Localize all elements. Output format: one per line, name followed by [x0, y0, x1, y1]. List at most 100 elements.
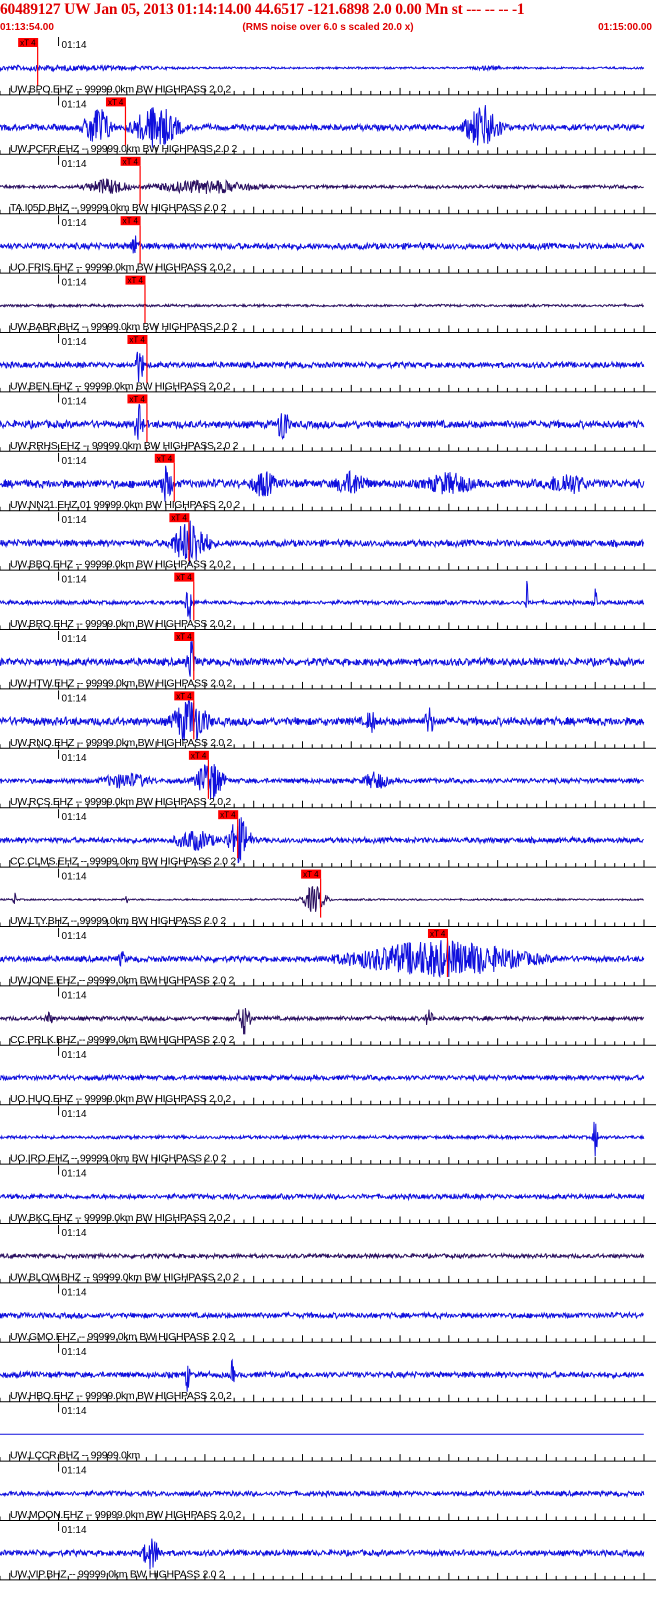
pick-label: xT 4 [176, 573, 192, 582]
trace-16: 01:14 xT 4 UW.IONE.EHZ -- 99999.0km BW HIG… [0, 928, 656, 987]
header: 60489127 UW Jan 05, 2013 01:14:14.00 44.… [0, 0, 656, 36]
seismogram-plot: 01:14 xT 4 UW.BPO.EHZ -- 99999.0km BW HIGH… [0, 37, 656, 1581]
station-label: UW.RNO.EHZ -- 99999.0km BW HIGHPASS 2.0 … [10, 737, 233, 749]
minute-mark-label: 01:14 [62, 456, 87, 467]
waveform [0, 105, 645, 148]
minute-mark-label: 01:14 [62, 1228, 87, 1239]
minute-mark-label: 01:14 [62, 159, 87, 170]
minute-mark-label: 01:14 [62, 278, 87, 289]
trace-10: 01:14 xT 4 UW.BRO.EHZ -- 99999.0km BW HIGH… [0, 571, 656, 630]
pick-label: xT 4 [127, 276, 143, 285]
trace-23: 01:14 UW.HBO.EHZ -- 99999.0km BW HIGHPASS… [0, 1343, 656, 1403]
waveform [0, 640, 645, 677]
waveform [0, 1073, 645, 1083]
station-label: UO.HUO.EHZ -- 99999.0km BW HIGHPASS 2.0 … [10, 1093, 231, 1105]
trace-5: 01:14 xT 4 UW.BABR.BHZ -- 99999.0km BW HIG… [0, 274, 656, 333]
station-label: UW.RRHS.EHZ -- 99999.0km BW HIGHPASS 2.0… [10, 440, 239, 452]
minute-mark-label: 01:14 [62, 1169, 87, 1180]
minute-mark-label: 01:14 [62, 337, 87, 348]
trace-26: 01:14 UW.VIP.BHZ -- 99999.0km BW HIGHPASS… [0, 1522, 656, 1581]
pick-label: xT 4 [176, 633, 192, 642]
station-label: UW.BKC.EHZ -- 99999.0km BW HIGHPASS 2.0 … [10, 1212, 231, 1224]
station-label: UW.RCS.EHZ -- 99999.0km BW HIGHPASS 2.0 … [10, 796, 231, 808]
pick-label: xT 4 [20, 39, 36, 48]
minute-mark-label: 01:14 [62, 931, 87, 942]
minute-mark-label: 01:14 [62, 1287, 87, 1298]
waveform [0, 63, 645, 73]
minute-mark-label: 01:14 [62, 99, 87, 110]
waveform [0, 1358, 645, 1392]
event-title: 60489127 UW Jan 05, 2013 01:14:14.00 44.… [0, 1, 525, 18]
station-label: UW.BLOW.BHZ -- 99999.0km BW HIGHPASS 2.0… [10, 1271, 239, 1283]
pick-label: xT 4 [220, 811, 236, 820]
pick-label: xT 4 [129, 395, 145, 404]
trace-9: 01:14 xT 4 UW.BBO.EHZ -- 99999.0km BW HIGH… [0, 512, 656, 571]
station-label: UW.IONE.EHZ -- 99999.0km BW HIGHPASS 2.0… [10, 974, 235, 986]
station-label: UW.GMO.EHZ -- 99999.0km BW HIGHPASS 2.0 … [10, 1331, 234, 1343]
pick-label: xT 4 [171, 514, 187, 523]
waveform [0, 580, 645, 620]
pick-label: xT 4 [176, 692, 192, 701]
waveform [0, 235, 645, 254]
waveform [0, 351, 645, 383]
minute-mark-label: 01:14 [62, 753, 87, 764]
trace-14: 01:14 xT 4 CC.CLMS.EHZ -- 99999.0km BW HIG… [0, 809, 656, 868]
trace-11: 01:14 xT 4 UW.HTW.EHZ -- 99999.0km BW HIGH… [0, 631, 656, 690]
station-label: UW.PCFR.EHZ -- 99999.0km BW HIGHPASS 2.0… [10, 143, 237, 155]
minute-mark-label: 01:14 [62, 40, 87, 51]
minute-mark-label: 01:14 [62, 396, 87, 407]
trace-1: 01:14 xT 4 UW.BPO.EHZ -- 99999.0km BW HIGH… [0, 37, 656, 96]
waveform [0, 1538, 645, 1570]
end-time-label: 01:15:00.00 [598, 22, 652, 33]
minute-mark-label: 01:14 [62, 872, 87, 883]
waveform [0, 403, 645, 441]
waveform [0, 465, 645, 502]
pick-label: xT 4 [303, 870, 319, 879]
station-label: UW.HTW.EHZ -- 99999.0km BW HIGHPASS 2.0 … [10, 677, 233, 689]
trace-6: 01:14 xT 4 UW.BEN.EHZ -- 99999.0km BW HIGH… [0, 334, 656, 393]
minute-mark-label: 01:14 [62, 1406, 87, 1417]
rms-noise-note: (RMS noise over 6.0 s scaled 20.0 x) [242, 22, 414, 33]
waveform [0, 1310, 644, 1321]
trace-2: 01:14 xT 4 UW.PCFR.EHZ -- 99999.0km BW HIG… [0, 96, 656, 155]
waveform [0, 1252, 645, 1261]
minute-mark-label: 01:14 [62, 693, 87, 704]
station-label: UW.BEN.EHZ -- 99999.0km BW HIGHPASS 2.0 … [10, 380, 231, 392]
trace-13: 01:14 xT 4 UW.RCS.EHZ -- 99999.0km BW HIGH… [0, 749, 656, 809]
minute-mark-label: 01:14 [62, 515, 87, 526]
minute-mark-label: 01:14 [62, 575, 87, 586]
minute-mark-label: 01:14 [62, 218, 87, 229]
pick-label: xT 4 [430, 930, 446, 939]
trace-22: 01:14 UW.GMO.EHZ -- 99999.0km BW HIGHPASS… [0, 1284, 656, 1343]
minute-mark-label: 01:14 [62, 634, 87, 645]
pick-label: xT 4 [191, 751, 207, 760]
station-label: UW.LCCR.BHZ -- 99999.0km [10, 1450, 140, 1462]
trace-19: 01:14 UO.IRO.EHZ -- 99999.0km BW HIGHPASS… [0, 1106, 656, 1165]
trace-15: 01:14 xT 4 UW.LTY.BHZ -- 99999.0km BW HIGH… [0, 868, 656, 927]
minute-mark-label: 01:14 [62, 1347, 87, 1358]
pick-label: xT 4 [108, 98, 124, 107]
station-label: CC.CLMS.EHZ -- 99999.0km BW HIGHPASS 2.0… [10, 856, 236, 868]
minute-mark-label: 01:14 [62, 812, 87, 823]
minute-mark-label: 01:14 [62, 1466, 87, 1477]
station-label: UW.BRO.EHZ -- 99999.0km BW HIGHPASS 2.0 … [10, 618, 232, 630]
trace-18: 01:14 UO.HUO.EHZ -- 99999.0km BW HIGHPASS… [0, 1046, 656, 1106]
station-label: UW.BABR.BHZ -- 99999.0km BW HIGHPASS 2.0… [10, 321, 237, 333]
station-label: CC.PRLK.BHZ -- 99999.0km BW HIGHPASS 2.0… [10, 1034, 235, 1046]
trace-4: 01:14 xT 4 UO.FRIS.EHZ -- 99999.0km BW HIG… [0, 215, 656, 274]
station-label: UW.LTY.BHZ -- 99999.0km BW HIGHPASS 2.0 … [10, 915, 226, 927]
station-label: UW.MOON.EHZ -- 99999.0km BW HIGHPASS 2.0… [10, 1509, 242, 1521]
waveform [0, 1489, 645, 1499]
trace-3: 01:14 xT 4 TA.I05D.BHZ -- 99999.0km BW HIG… [0, 155, 656, 215]
station-label: UW.BBO.EHZ -- 99999.0km BW HIGHPASS 2.0 … [10, 559, 231, 571]
pick-label: xT 4 [123, 157, 139, 166]
station-label: UO.IRO.EHZ -- 99999.0km BW HIGHPASS 2.0 … [10, 1153, 227, 1165]
waveform [0, 940, 645, 979]
trace-24: 01:14 UW.LCCR.BHZ -- 99999.0km [0, 1403, 656, 1462]
waveform [0, 764, 644, 799]
station-label: UW.HBO.EHZ -- 99999.0km BW HIGHPASS 2.0 … [10, 1390, 232, 1402]
station-label: UW.NN21.EHZ.01 99999.0km BW HIGHPASS 2.0… [10, 499, 240, 511]
waveform [0, 178, 644, 195]
minute-mark-label: 01:14 [62, 1109, 87, 1120]
station-label: UW.VIP.BHZ -- 99999.0km BW HIGHPASS 2.0 … [10, 1568, 225, 1580]
